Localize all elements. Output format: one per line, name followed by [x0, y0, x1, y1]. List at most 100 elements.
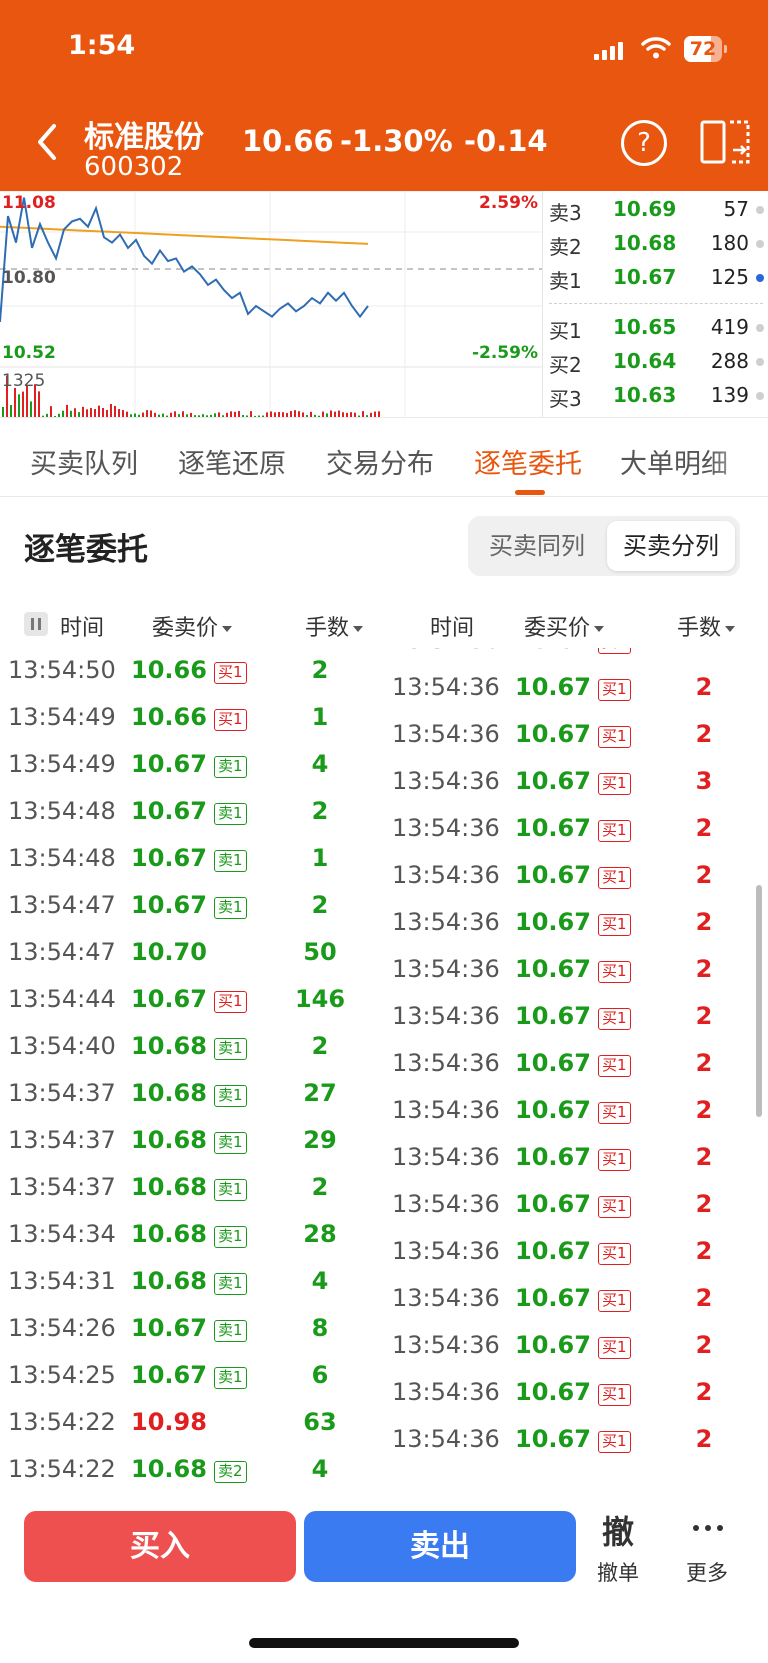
intraday-chart[interactable]: 11.08 10.80 10.52 2.59% -2.59% 1325 [0, 190, 542, 417]
list-item[interactable]: 13:54:47 10.70 50 [0, 930, 384, 977]
col-lots-right[interactable]: 手数 [677, 610, 736, 642]
queue-position-badge: 卖1 [214, 1273, 247, 1295]
queue-position-badge: 买1 [598, 820, 631, 842]
order-book: 卖3 10.69 57 卖2 10.68 180 卖1 10.67 125 买1… [542, 191, 768, 417]
order-price: 10.67 [131, 797, 207, 825]
order-lots: 4 [311, 1455, 329, 1483]
list-item[interactable]: 13:54:36 10.67 买1 2 [384, 1135, 768, 1182]
list-item[interactable]: 13:54:48 10.67 卖1 1 [0, 836, 384, 883]
order-time: 13:54:36 [392, 648, 500, 654]
list-mode-toggle: 买卖同列 买卖分列 [468, 516, 740, 576]
col-lots-left[interactable]: 手数 [305, 610, 364, 642]
chart-high-label: 11.08 [2, 193, 56, 213]
bid-row-3[interactable]: 买3 10.63 139 [543, 379, 768, 413]
list-item[interactable]: 13:54:25 10.67 卖1 6 [0, 1353, 384, 1400]
bid-row-2[interactable]: 买2 10.64 288 [543, 345, 768, 379]
col-sell-price-label: 委卖价 [152, 616, 219, 641]
list-item[interactable]: 13:54:36 10.67 买1 2 [384, 806, 768, 853]
col-lots-label: 手数 [305, 616, 350, 641]
list-item[interactable]: 13:54:36 10.67 买1 2 [384, 1229, 768, 1276]
sort-caret-icon [353, 626, 364, 632]
list-item[interactable]: 13:54:40 10.68 卖1 2 [0, 1024, 384, 1071]
ask-label: 卖2 [549, 235, 582, 259]
price-line [0, 197, 369, 322]
split-column-button[interactable]: 买卖分列 [607, 521, 735, 571]
list-item[interactable]: 13:54:37 10.68 卖1 29 [0, 1118, 384, 1165]
ask-row-2[interactable]: 卖2 10.68 180 [543, 227, 768, 261]
tab-tick-orders[interactable]: 逐笔委托 [474, 442, 582, 481]
list-item[interactable]: 13:54:36 10.67 买1 2 [384, 947, 768, 994]
queue-position-badge: 卖1 [214, 1132, 247, 1154]
tab-order-queue[interactable]: 买卖队列 [30, 442, 138, 481]
withdraw-icon[interactable]: 撤 [602, 1507, 634, 1553]
list-item[interactable]: 13:54:36 10.67 买1 2 [384, 1417, 768, 1464]
list-item[interactable]: 13:54:37 10.68 卖1 27 [0, 1071, 384, 1118]
withdraw-button[interactable]: 撤单 [597, 1557, 639, 1587]
col-sell-price[interactable]: 委卖价 [152, 610, 233, 642]
list-item[interactable]: 13:54:36 10.67 买1 2 [384, 1276, 768, 1323]
buy-order-list[interactable]: 13:54:36 10.67 买1 2 13:54:36 10.67 买1 2 13:54:36… [384, 648, 768, 1483]
order-lots: 2 [695, 1143, 713, 1171]
order-lots: 2 [695, 861, 713, 889]
list-item[interactable]: 13:54:36 10.67 买1 2 [384, 853, 768, 900]
order-lots: 2 [695, 673, 713, 701]
order-price: 10.67 [515, 720, 591, 748]
bid-volume: 288 [710, 349, 749, 373]
scrollbar[interactable] [756, 885, 762, 1117]
more-button[interactable]: 更多 [686, 1557, 728, 1587]
list-item[interactable]: 13:54:36 10.67 买1 2 [384, 1182, 768, 1229]
queue-position-badge: 买1 [598, 1431, 631, 1453]
ask-row-1[interactable]: 卖1 10.67 125 [543, 261, 768, 295]
back-icon[interactable] [32, 122, 62, 162]
list-item[interactable]: 13:54:36 10.67 买1 2 [384, 1088, 768, 1135]
list-item[interactable]: 13:54:36 10.67 买1 2 [384, 994, 768, 1041]
list-item[interactable]: 13:54:36 10.67 买1 2 [384, 1041, 768, 1088]
list-item[interactable]: 13:54:37 10.68 卖1 2 [0, 1165, 384, 1212]
ask-row-3[interactable]: 卖3 10.69 57 [543, 193, 768, 227]
tab-tick-restore[interactable]: 逐笔还原 [178, 442, 286, 481]
pause-icon[interactable] [24, 612, 48, 636]
queue-position-badge: 卖1 [214, 850, 247, 872]
list-item[interactable]: 13:54:50 10.66 买1 2 [0, 648, 384, 695]
more-icon[interactable] [693, 1525, 725, 1533]
switch-layout-icon[interactable] [700, 120, 752, 164]
list-item[interactable]: 13:54:26 10.67 卖1 8 [0, 1306, 384, 1353]
ask-volume: 57 [723, 197, 749, 221]
list-item[interactable]: 13:54:36 10.67 买1 2 [384, 900, 768, 947]
sort-caret-icon [222, 626, 233, 632]
chart-pct-high-label: 2.59% [479, 193, 538, 213]
list-item[interactable]: 13:54:47 10.67 卖1 2 [0, 883, 384, 930]
tab-trade-distribution[interactable]: 交易分布 [326, 442, 434, 481]
queue-position-badge: 买1 [598, 648, 631, 654]
list-item[interactable]: 13:54:36 10.67 买1 2 [384, 648, 768, 665]
list-item[interactable]: 13:54:48 10.67 卖1 2 [0, 789, 384, 836]
list-item[interactable]: 13:54:49 10.67 卖1 4 [0, 742, 384, 789]
list-item[interactable]: 13:54:36 10.67 买1 2 [384, 1323, 768, 1370]
help-icon[interactable]: ? [621, 120, 667, 166]
volume-bar [50, 406, 52, 417]
list-item[interactable]: 13:54:36 10.67 买1 2 [384, 712, 768, 759]
list-item[interactable]: 13:54:49 10.66 买1 1 [0, 695, 384, 742]
list-item[interactable]: 13:54:31 10.68 卖1 4 [0, 1259, 384, 1306]
list-item[interactable]: 13:54:36 10.67 买1 2 [384, 665, 768, 712]
stock-change: -0.14 [464, 124, 548, 158]
list-item[interactable]: 13:54:36 10.67 买1 3 [384, 759, 768, 806]
volume-bar [146, 410, 148, 417]
col-time-right: 时间 [430, 616, 475, 641]
same-column-button[interactable]: 买卖同列 [473, 521, 601, 571]
queue-position-badge: 卖1 [214, 897, 247, 919]
cellular-signal-icon [594, 40, 624, 60]
col-buy-price[interactable]: 委买价 [524, 610, 605, 642]
buy-button[interactable]: 买入 [24, 1511, 296, 1582]
volume-bar [102, 407, 104, 417]
list-item[interactable]: 13:54:22 10.98 63 [0, 1400, 384, 1447]
list-item[interactable]: 13:54:44 10.67 买1 146 [0, 977, 384, 1024]
section-title: 逐笔委托 [24, 532, 148, 568]
list-item[interactable]: 13:54:22 10.68 卖2 4 [0, 1447, 384, 1483]
queue-position-badge: 买1 [598, 1008, 631, 1030]
sell-button[interactable]: 卖出 [304, 1511, 576, 1582]
list-item[interactable]: 13:54:34 10.68 卖1 28 [0, 1212, 384, 1259]
list-item[interactable]: 13:54:36 10.67 买1 2 [384, 1370, 768, 1417]
sell-order-list[interactable]: 13:54:50 10.66 买1 2 13:54:49 10.66 买1 1 13:54:49… [0, 648, 384, 1483]
bid-row-1[interactable]: 买1 10.65 419 [543, 311, 768, 345]
